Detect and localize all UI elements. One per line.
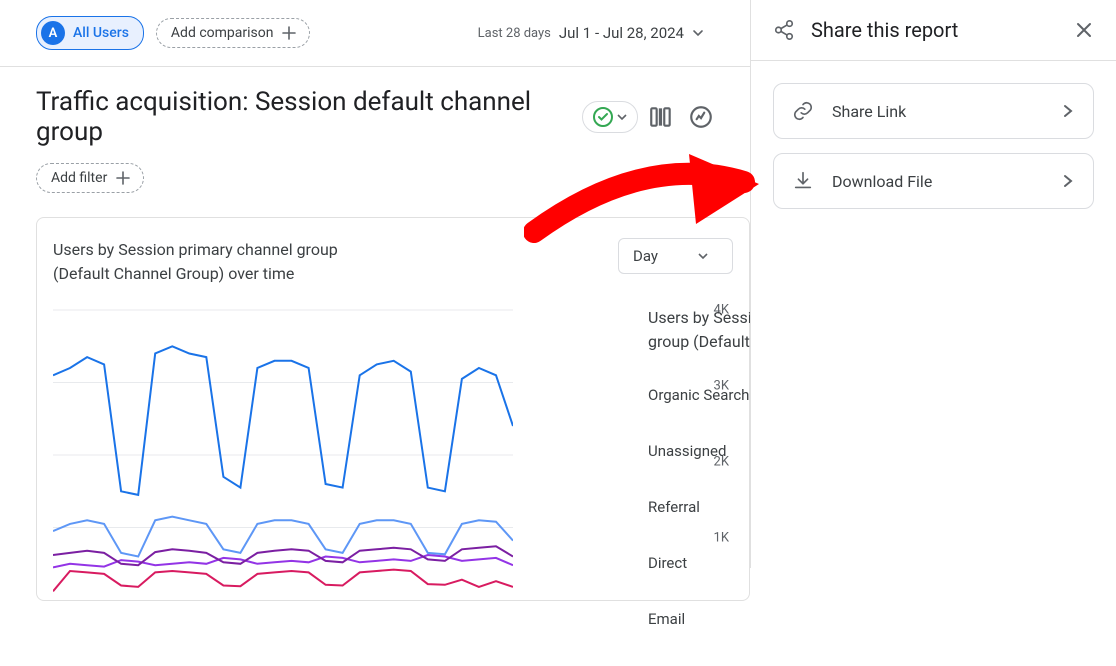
link-icon <box>792 100 814 122</box>
plus-icon <box>281 25 297 41</box>
add-comparison-label: Add comparison <box>171 25 274 41</box>
add-filter-button[interactable]: Add filter <box>36 163 144 193</box>
caret-down-icon <box>698 251 708 261</box>
close-icon[interactable] <box>1074 20 1094 40</box>
line-chart <box>53 300 513 600</box>
share-link-label: Share Link <box>832 102 906 121</box>
add-filter-label: Add filter <box>51 170 107 186</box>
date-picker[interactable]: Last 28 days Jul 1 - Jul 28, 2024 <box>478 24 704 42</box>
all-users-label: All Users <box>73 25 129 41</box>
insights-icon[interactable] <box>688 104 714 130</box>
date-range-muted: Last 28 days <box>478 26 551 41</box>
download-file-button[interactable]: Download File <box>773 153 1094 209</box>
share-panel: Share this report Share Link Download Fi… <box>750 0 1116 568</box>
granularity-value: Day <box>633 247 658 265</box>
all-users-circle: A <box>41 21 65 45</box>
granularity-dropdown[interactable]: Day <box>618 238 733 274</box>
caret-down-icon <box>617 112 627 122</box>
download-file-label: Download File <box>832 172 932 191</box>
chevron-right-icon <box>1061 174 1075 188</box>
chart-title: Users by Session primary channel group (… <box>53 238 338 286</box>
legend-item: Email <box>648 610 788 628</box>
share-link-button[interactable]: Share Link <box>773 83 1094 139</box>
page-title: Traffic acquisition: Session default cha… <box>36 87 572 147</box>
check-icon <box>593 107 613 127</box>
all-users-chip[interactable]: A All Users <box>36 16 144 50</box>
chevron-right-icon <box>1061 104 1075 118</box>
share-panel-title: Share this report <box>811 18 958 42</box>
chart-card: Users by Session primary channel group (… <box>36 217 750 601</box>
date-range-value: Jul 1 - Jul 28, 2024 <box>559 24 684 42</box>
caret-down-icon <box>692 27 704 39</box>
add-comparison-button[interactable]: Add comparison <box>156 18 311 48</box>
plus-icon <box>115 170 131 186</box>
status-check-dropdown[interactable] <box>582 101 638 133</box>
share-icon <box>773 19 795 41</box>
customize-columns-icon[interactable] <box>648 104 674 130</box>
download-icon <box>792 170 814 192</box>
